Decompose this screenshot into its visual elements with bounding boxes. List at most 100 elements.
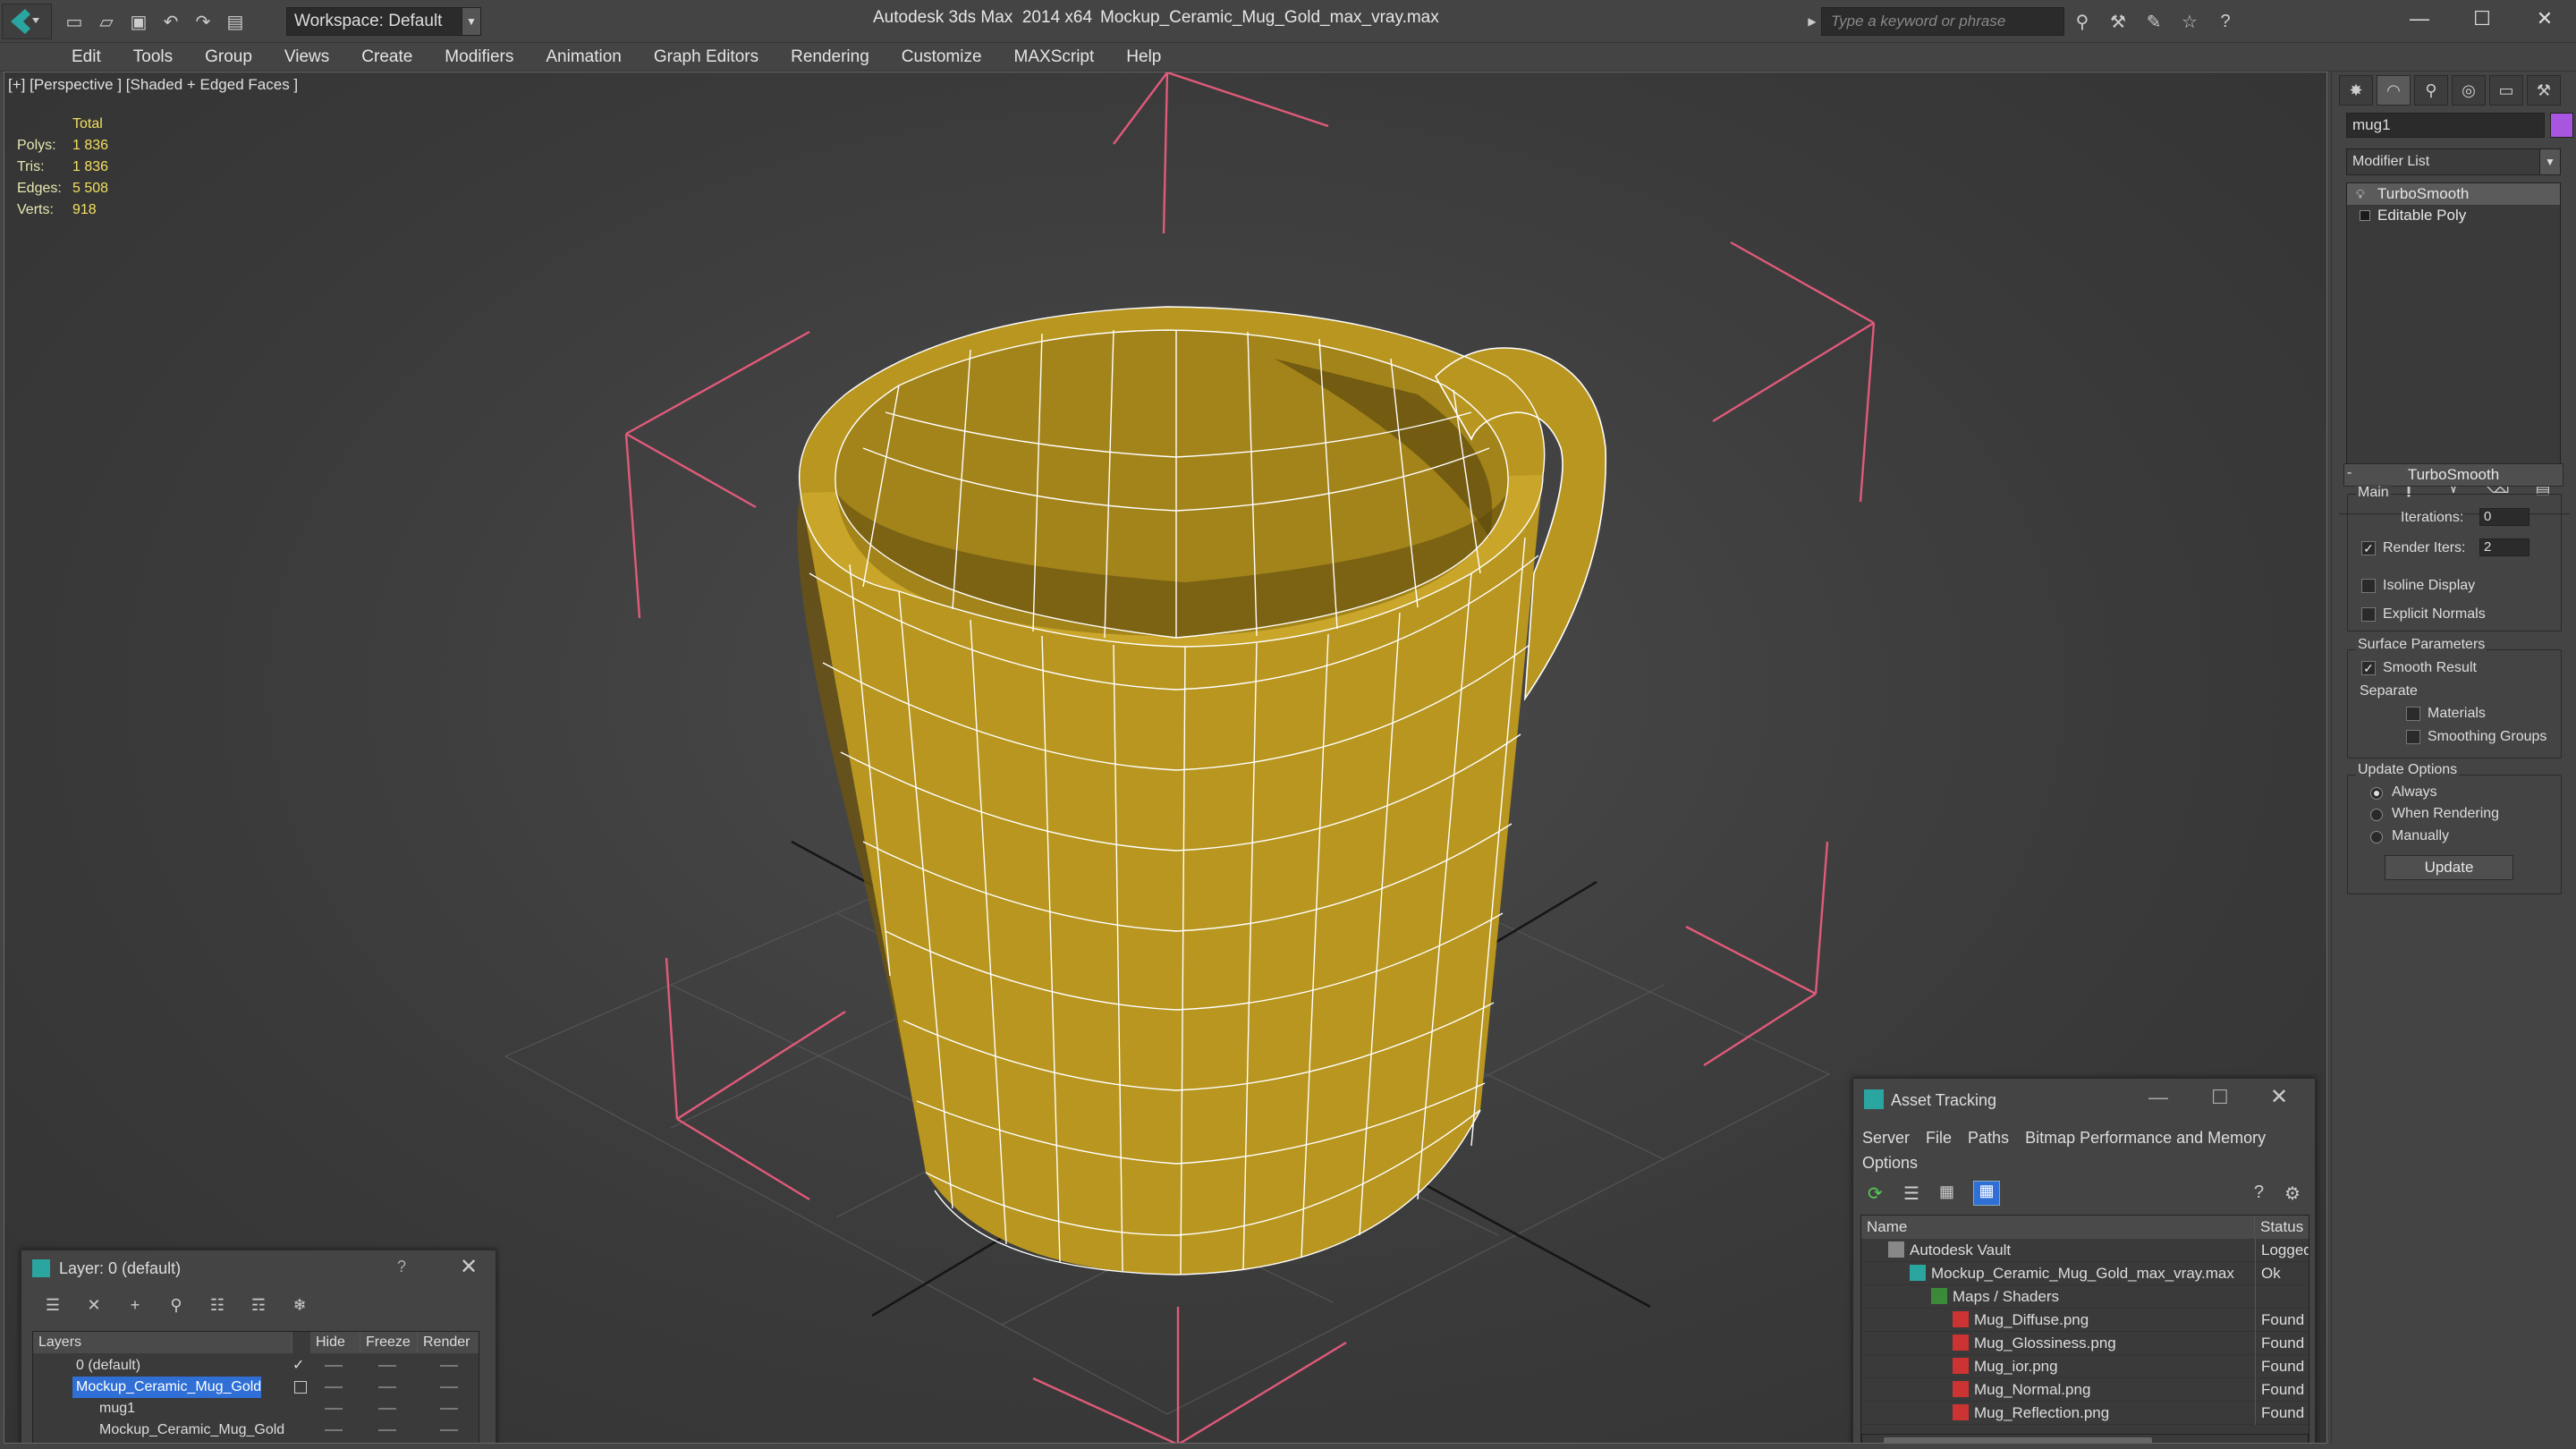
- modifier-list-dropdown[interactable]: Modifier List: [2346, 148, 2554, 175]
- menu-bitmap-performance[interactable]: Bitmap Performance and Memory: [2025, 1129, 2266, 1147]
- menu-file[interactable]: File: [1926, 1129, 1952, 1147]
- asset-row[interactable]: Autodesk Vault Logged: [1861, 1239, 2309, 1262]
- communication-icon[interactable]: ✎: [2140, 8, 2168, 35]
- layer-checkbox[interactable]: [294, 1381, 307, 1394]
- menu-paths[interactable]: Paths: [1968, 1129, 2009, 1147]
- layer-row[interactable]: 0 (default) ✓: [33, 1355, 479, 1377]
- layer-window-title[interactable]: Layer: 0 (default): [21, 1250, 496, 1286]
- favorites-star-icon[interactable]: ☆: [2175, 8, 2204, 35]
- list-view-icon[interactable]: ☰: [1903, 1182, 1925, 1204]
- col-freeze[interactable]: Freeze: [360, 1332, 418, 1353]
- stack-item-editable-poly[interactable]: Editable Poly: [2347, 205, 2560, 226]
- freeze-all-layers-icon[interactable]: ❄: [284, 1292, 315, 1318]
- delete-layer-icon[interactable]: ✕: [79, 1292, 109, 1318]
- search-expand-icon[interactable]: ▶: [1803, 7, 1821, 36]
- menu-rendering[interactable]: Rendering: [791, 47, 869, 67]
- menu-modifiers[interactable]: Modifiers: [445, 47, 513, 67]
- close-icon[interactable]: ✕: [2513, 0, 2576, 38]
- col-render[interactable]: Render: [418, 1332, 479, 1353]
- help-icon[interactable]: ?: [2254, 1182, 2275, 1204]
- layer-table[interactable]: Layers Hide Freeze Render 0 (default) ✓ …: [32, 1331, 479, 1443]
- col-layers[interactable]: Layers: [33, 1332, 292, 1353]
- modifier-stack[interactable]: 💡︎ TurboSmooth Editable Poly: [2346, 182, 2561, 465]
- display-tab-icon[interactable]: ▭: [2489, 75, 2523, 106]
- motion-tab-icon[interactable]: ◎: [2452, 75, 2486, 106]
- menu-customize[interactable]: Customize: [902, 47, 982, 67]
- lightbulb-icon[interactable]: 💡︎: [2356, 183, 2365, 205]
- thumbnail-view-icon[interactable]: ▦: [1939, 1182, 1961, 1204]
- menu-animation[interactable]: Animation: [546, 47, 622, 67]
- open-file-icon[interactable]: ▱: [93, 8, 120, 35]
- menu-graph-editors[interactable]: Graph Editors: [654, 47, 758, 67]
- chevron-down-icon[interactable]: ▼: [2539, 148, 2561, 175]
- asset-row[interactable]: Mug_Diffuse.png Found: [1861, 1309, 2309, 1332]
- asset-row[interactable]: Mug_Normal.png Found: [1861, 1378, 2309, 1402]
- layer-row[interactable]: Mockup_Ceramic_Mug_Gold: [33, 1377, 479, 1398]
- refresh-icon[interactable]: ⟳: [1868, 1182, 1889, 1204]
- add-to-layer-icon[interactable]: +: [120, 1292, 150, 1318]
- search-input[interactable]: Type a keyword or phrase: [1821, 7, 2064, 36]
- undo-icon[interactable]: ↶: [157, 8, 184, 35]
- menu-options[interactable]: Options: [1862, 1154, 1918, 1172]
- scrollbar-thumb[interactable]: [1884, 1437, 2152, 1443]
- col-name[interactable]: Name: [1861, 1216, 2255, 1239]
- create-layer-icon[interactable]: ☰: [38, 1292, 68, 1318]
- menu-group[interactable]: Group: [205, 47, 252, 67]
- expand-icon[interactable]: [2360, 210, 2370, 221]
- modify-tab-icon[interactable]: ◠: [2377, 75, 2411, 106]
- workspace-dropdown[interactable]: Workspace: Default: [286, 7, 481, 36]
- asset-row[interactable]: Mockup_Ceramic_Mug_Gold_max_vray.max Ok: [1861, 1262, 2309, 1285]
- menu-server[interactable]: Server: [1862, 1129, 1910, 1147]
- select-objects-icon[interactable]: ⚲: [161, 1292, 191, 1318]
- menu-edit[interactable]: Edit: [72, 47, 101, 67]
- asset-row[interactable]: Mug_Glossiness.png Found: [1861, 1332, 2309, 1355]
- minimize-icon[interactable]: —: [2388, 0, 2451, 38]
- help-icon[interactable]: ?: [2211, 8, 2240, 35]
- perspective-viewport[interactable]: [+] [Perspective ] [Shaded + Edged Faces…: [4, 72, 2327, 1444]
- menu-maxscript[interactable]: MAXScript: [1014, 47, 1095, 67]
- hide-all-layers-icon[interactable]: ☶: [243, 1292, 274, 1318]
- minimize-icon[interactable]: —: [2148, 1086, 2168, 1109]
- utilities-tab-icon[interactable]: ⚒: [2527, 75, 2561, 106]
- project-folder-icon[interactable]: ▤: [222, 8, 249, 35]
- asset-row[interactable]: Mug_Reflection.png Found: [1861, 1402, 2309, 1425]
- redo-icon[interactable]: ↷: [190, 8, 216, 35]
- update-button[interactable]: Update: [2385, 855, 2513, 880]
- asset-tracking-window[interactable]: Asset Tracking — ☐ ✕ Server File Paths Bitm…: [1852, 1078, 2316, 1443]
- menu-help[interactable]: Help: [1126, 47, 1161, 67]
- subscription-icon[interactable]: ⚒: [2104, 8, 2132, 35]
- layer-row[interactable]: Mockup_Ceramic_Mug_Gold: [33, 1419, 479, 1441]
- asset-window-title[interactable]: Asset Tracking: [1853, 1079, 2315, 1122]
- binoculars-icon[interactable]: ⚲: [2068, 8, 2097, 35]
- close-icon[interactable]: ✕: [2270, 1084, 2288, 1110]
- asset-row[interactable]: Maps / Shaders: [1861, 1285, 2309, 1309]
- new-file-icon[interactable]: ▭: [61, 8, 88, 35]
- maximize-icon[interactable]: ☐: [2451, 0, 2513, 38]
- create-tab-icon[interactable]: ✸: [2339, 75, 2373, 106]
- object-color-swatch[interactable]: [2550, 113, 2573, 138]
- asset-table[interactable]: Name Status Autodesk Vault Logged Mockup…: [1860, 1215, 2309, 1443]
- settings-icon[interactable]: ⚙: [2284, 1182, 2306, 1204]
- asset-horizontal-scrollbar[interactable]: [1861, 1434, 2309, 1443]
- help-icon[interactable]: ?: [397, 1258, 406, 1276]
- highlight-layer-icon[interactable]: ☷: [202, 1292, 233, 1318]
- menu-views[interactable]: Views: [284, 47, 329, 67]
- layer-explorer-window[interactable]: Layer: 0 (default) ? ✕ ☰ ✕ + ⚲ ☷ ☶ ❄ Lay…: [21, 1250, 496, 1443]
- turbosmooth-rollout-header[interactable]: TurboSmooth: [2343, 463, 2563, 487]
- application-menu-button[interactable]: [2, 4, 52, 39]
- viewport-label[interactable]: [+] [Perspective ] [Shaded + Edged Faces…: [8, 76, 298, 94]
- asset-row[interactable]: Mug_ior.png Found: [1861, 1355, 2309, 1378]
- col-status[interactable]: Status: [2255, 1216, 2309, 1239]
- col-hide[interactable]: Hide: [310, 1332, 360, 1353]
- menu-tools[interactable]: Tools: [133, 47, 173, 67]
- close-icon[interactable]: ✕: [460, 1254, 478, 1280]
- maximize-icon[interactable]: ☐: [2211, 1086, 2229, 1109]
- object-name-field[interactable]: mug1: [2346, 113, 2545, 138]
- layer-row[interactable]: mug1: [33, 1398, 479, 1419]
- menu-create[interactable]: Create: [361, 47, 412, 67]
- table-view-icon[interactable]: ▦: [1973, 1181, 2000, 1206]
- chevron-down-icon[interactable]: ▼: [462, 7, 481, 36]
- hierarchy-tab-icon[interactable]: ⚲: [2414, 75, 2448, 106]
- save-file-icon[interactable]: ▣: [125, 8, 152, 35]
- stack-item-turbosmooth[interactable]: 💡︎ TurboSmooth: [2347, 183, 2560, 205]
